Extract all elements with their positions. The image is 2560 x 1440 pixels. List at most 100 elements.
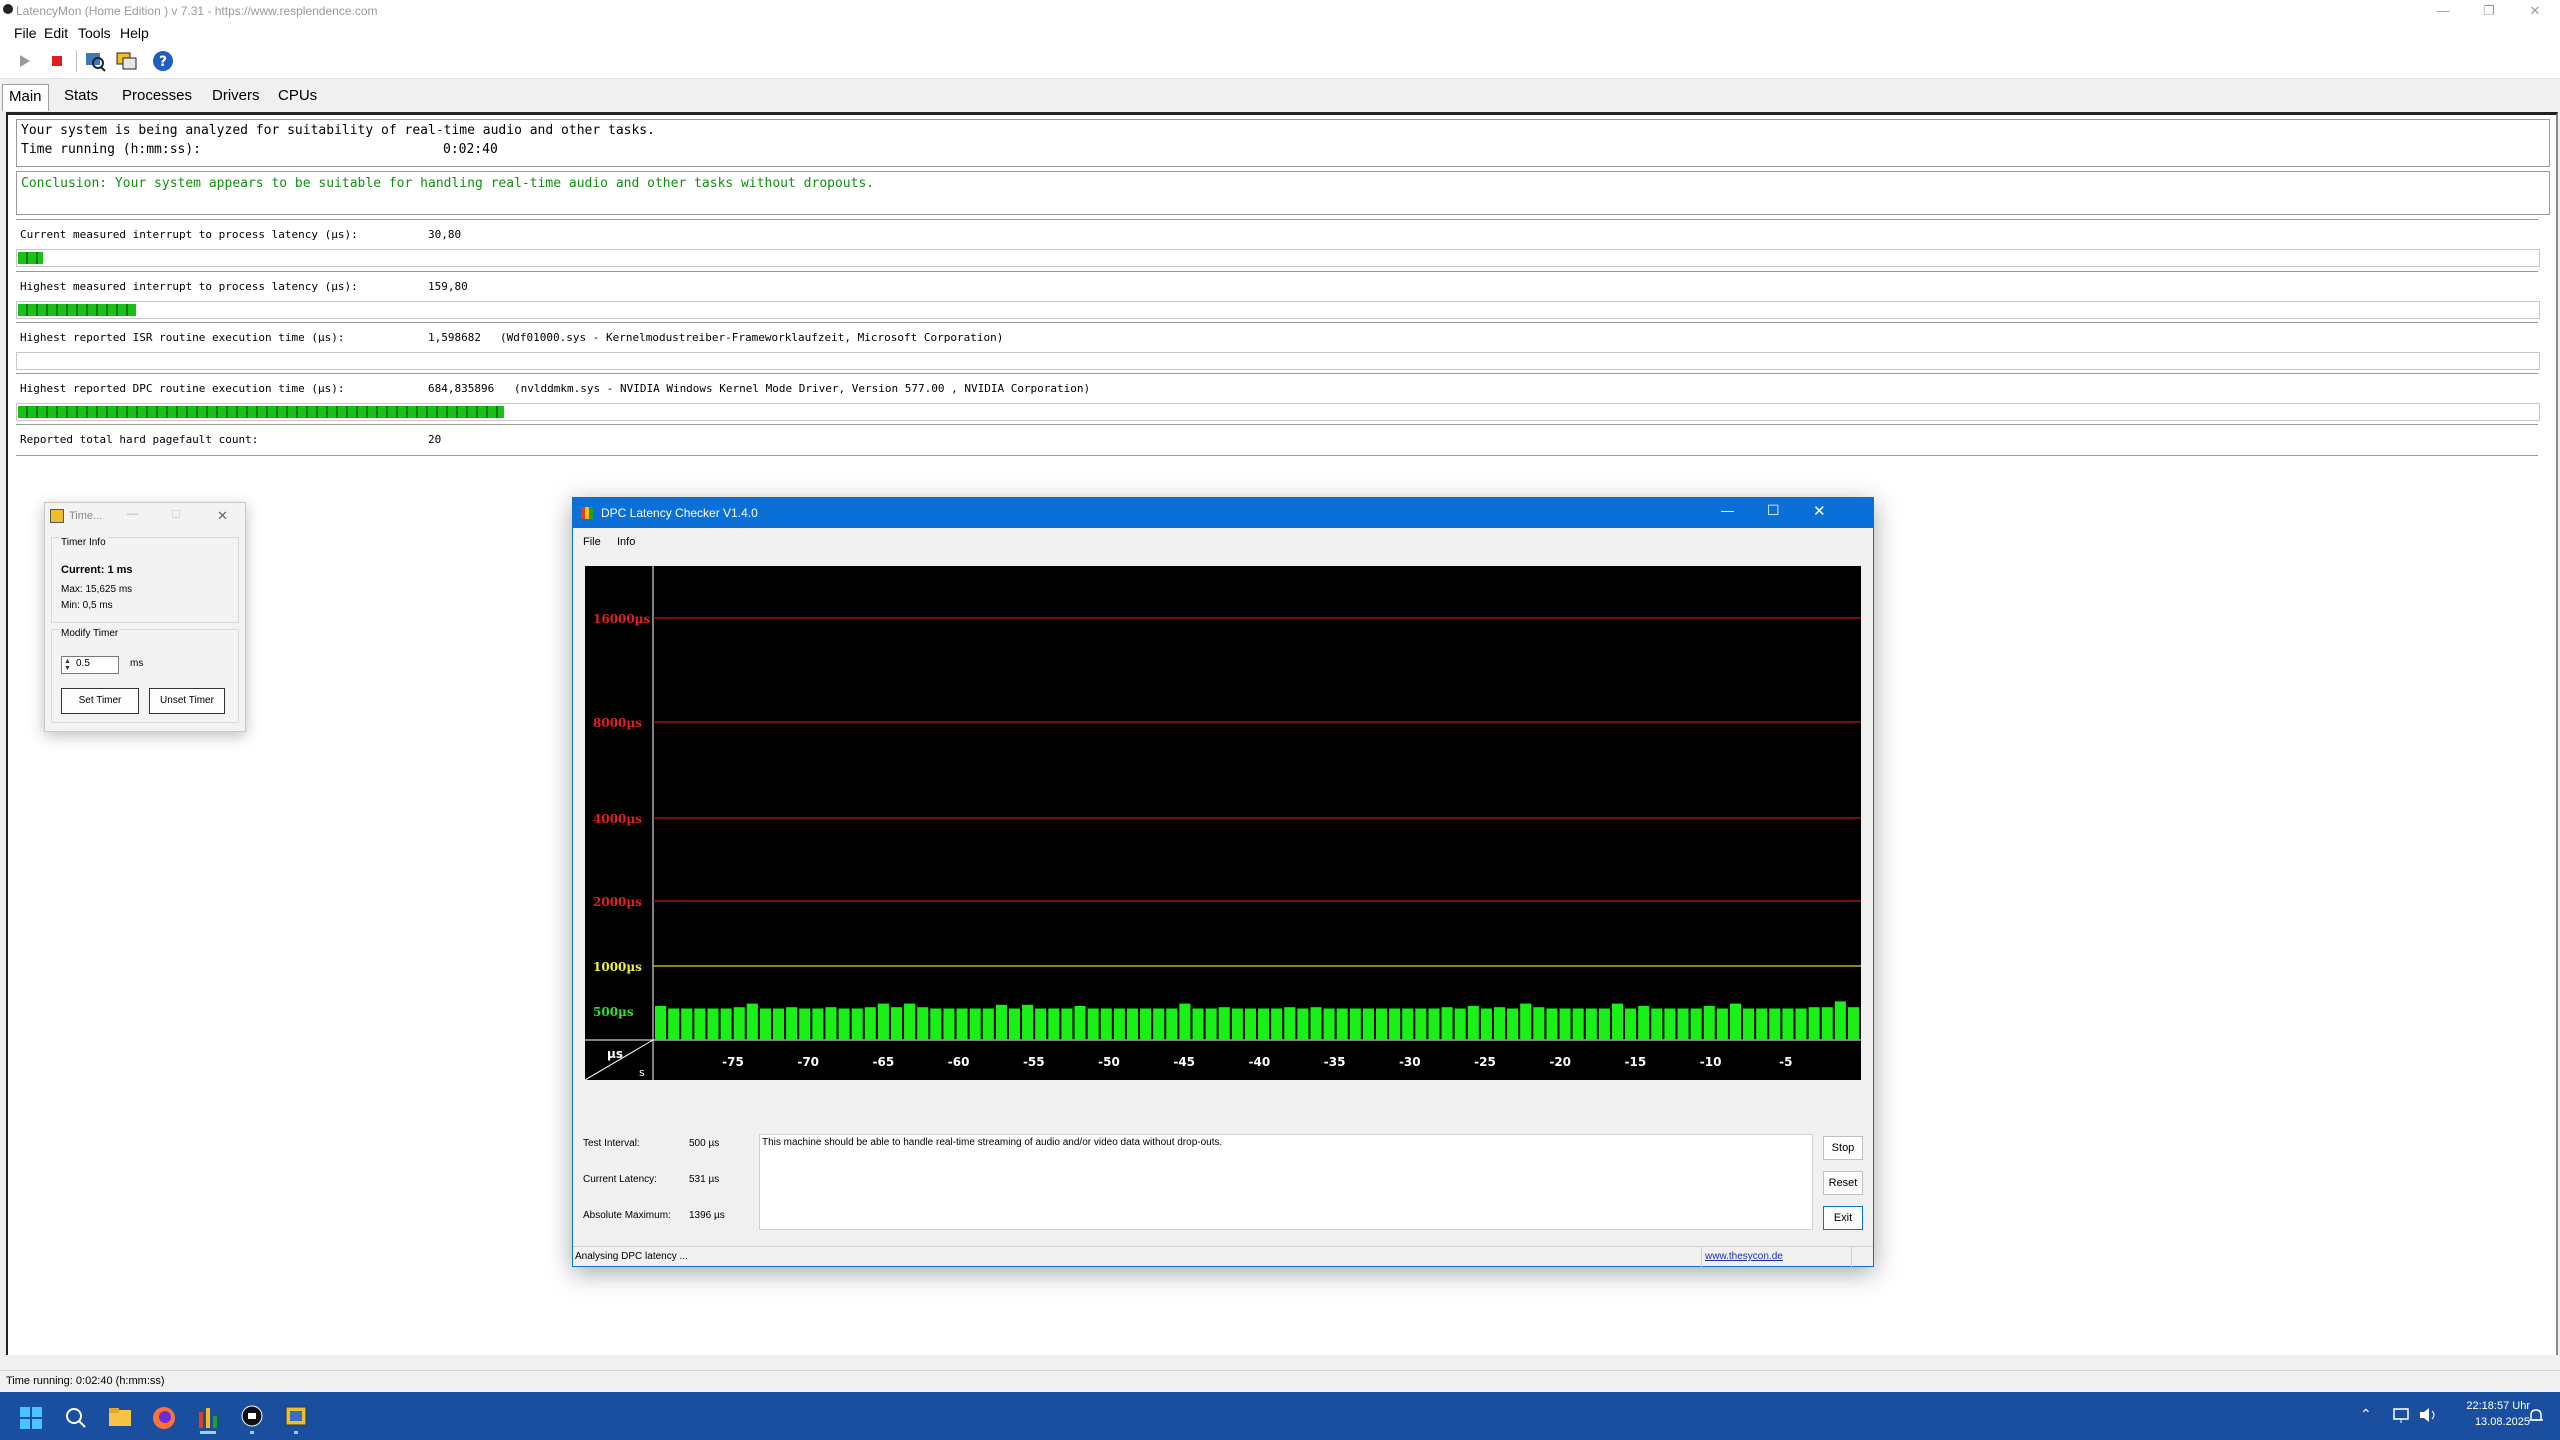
latency-bar xyxy=(877,1003,889,1040)
y-tick-label: 2000µs xyxy=(593,895,642,909)
help-icon[interactable]: ? xyxy=(150,49,176,73)
latency-bar xyxy=(1166,1008,1178,1040)
dpc-status-text: Analysing DPC latency ... xyxy=(575,1251,688,1262)
latency-bar xyxy=(1651,1008,1663,1040)
latency-bar xyxy=(1061,1008,1073,1040)
dpc-bar xyxy=(16,403,2540,421)
search-icon[interactable] xyxy=(64,1406,88,1430)
latency-bar xyxy=(1821,1007,1833,1040)
timer-min: Min: 0,5 ms xyxy=(61,600,113,611)
latency-bar xyxy=(1690,1008,1702,1040)
tab-strip: Main Stats Processes Drivers CPUs xyxy=(0,78,2560,112)
latency-bar xyxy=(890,1007,903,1040)
x-axis-unit-us: µs xyxy=(607,1047,623,1061)
timer-maximize-icon[interactable]: ☐ xyxy=(171,508,181,521)
windows-icon[interactable] xyxy=(114,49,140,73)
time-running-value: 0:02:40 xyxy=(443,142,498,157)
dpc-latency-chart-svg: 16000µs 8000µs 4000µs 2000µs 1000µs 500µs µs s -… xyxy=(584,566,1861,1081)
notification-bell-icon[interactable] xyxy=(2526,1406,2546,1426)
dpc-menu-info[interactable]: Info xyxy=(617,536,635,548)
latency-bar xyxy=(1074,1006,1086,1040)
latency-bar xyxy=(681,1008,693,1040)
y-tick-label: 4000µs xyxy=(593,812,642,826)
chevron-up-icon[interactable]: ⌃ xyxy=(2360,1406,2372,1423)
dpc-message-text: This machine should be able to handle re… xyxy=(762,1137,1223,1148)
clock-time[interactable]: 22:18:57 Uhr xyxy=(2448,1400,2530,1412)
latency-bar xyxy=(1598,1008,1610,1040)
y-tick-label: 8000µs xyxy=(593,716,642,730)
exit-button[interactable]: Exit xyxy=(1823,1206,1863,1230)
latency-bar xyxy=(1480,1008,1492,1040)
test-interval-value: 500 µs xyxy=(689,1138,720,1149)
set-timer-button[interactable]: Set Timer xyxy=(61,688,139,714)
timer-close-icon[interactable]: ✕ xyxy=(217,508,228,524)
file-explorer-icon[interactable] xyxy=(108,1406,132,1428)
latency-bar xyxy=(694,1008,706,1040)
latency-bar xyxy=(1638,1006,1650,1040)
dpc-menu-file[interactable]: File xyxy=(583,536,601,548)
latency-bar xyxy=(904,1003,916,1040)
latency-bar xyxy=(746,1003,758,1040)
menu-file[interactable]: File xyxy=(14,25,37,41)
analyze-icon[interactable] xyxy=(82,49,108,73)
latency-bar xyxy=(1533,1007,1545,1040)
x-tick-label: -5 xyxy=(1779,1055,1792,1069)
latency-bar xyxy=(1664,1008,1676,1040)
unset-timer-button[interactable]: Unset Timer xyxy=(149,688,225,714)
x-tick-label: -70 xyxy=(797,1055,819,1069)
latency-bar xyxy=(1205,1008,1217,1040)
tab-processes[interactable]: Processes xyxy=(116,84,198,110)
separator xyxy=(16,424,2538,425)
taskbar: ⌃ 22:18:57 Uhr 13.08.2025 xyxy=(0,1392,2560,1440)
clock-date[interactable]: 13.08.2025 xyxy=(2448,1416,2530,1428)
dpc-close-icon[interactable]: ✕ xyxy=(1813,502,1826,520)
dpc-minimize-icon[interactable]: — xyxy=(1721,503,1734,518)
latencymon-taskbar-icon[interactable] xyxy=(240,1404,264,1434)
tab-drivers[interactable]: Drivers xyxy=(206,84,266,110)
menu-edit[interactable]: Edit xyxy=(44,25,68,41)
current-latency-bar xyxy=(16,249,2540,267)
start-icon[interactable] xyxy=(20,1407,42,1429)
dpc-checker-taskbar-icon[interactable] xyxy=(196,1404,220,1434)
row-isr-label: Highest reported ISR routine execution t… xyxy=(20,331,345,344)
dpc-title-bar: DPC Latency Checker V1.4.0 — ☐ ✕ xyxy=(573,498,1873,528)
y-tick-label: 500µs xyxy=(593,1005,634,1019)
menu-help[interactable]: Help xyxy=(120,25,149,41)
tab-main[interactable]: Main xyxy=(2,84,49,111)
reset-button[interactable]: Reset xyxy=(1823,1171,1863,1195)
latency-bar xyxy=(786,1007,798,1040)
stop-button[interactable]: Stop xyxy=(1823,1136,1863,1160)
tab-stats[interactable]: Stats xyxy=(58,84,104,110)
status-text: Time running: 0:02:40 (h:mm:ss) xyxy=(6,1375,165,1387)
analyzing-text: Your system is being analyzed for suitab… xyxy=(21,123,655,138)
timer-max: Max: 15,625 ms xyxy=(61,584,133,595)
timer-current: Current: 1 ms xyxy=(61,564,133,576)
timer-taskbar-icon[interactable] xyxy=(284,1404,308,1434)
timer-minimize-icon[interactable]: — xyxy=(127,508,138,520)
latency-bar xyxy=(1310,1007,1322,1040)
latency-bar xyxy=(1572,1008,1584,1040)
row-highest-latency-value: 159,80 xyxy=(428,280,468,293)
row-highest-latency-label: Highest measured interrupt to process la… xyxy=(20,280,358,293)
play-icon[interactable] xyxy=(12,49,38,73)
restore-icon[interactable]: ❐ xyxy=(2466,0,2512,22)
stop-icon[interactable] xyxy=(44,49,70,73)
latency-bar xyxy=(1716,1008,1728,1040)
close-icon[interactable]: ✕ xyxy=(2512,0,2558,22)
latency-bar xyxy=(1546,1008,1558,1040)
x-tick-label: -15 xyxy=(1625,1055,1647,1069)
speaker-icon[interactable] xyxy=(2418,1406,2438,1424)
minimize-icon[interactable]: — xyxy=(2420,0,2466,22)
thesycon-link[interactable]: www.thesycon.de xyxy=(1705,1251,1783,1262)
latency-bar xyxy=(1808,1007,1820,1040)
timer-value-input[interactable]: 0.5 xyxy=(76,658,90,669)
tab-cpus[interactable]: CPUs xyxy=(272,84,323,110)
stepper-arrows-icon[interactable]: ▲ ▼ xyxy=(64,658,71,672)
timer-value-stepper[interactable]: ▲ ▼ 0.5 xyxy=(61,656,119,674)
latency-bar xyxy=(1467,1006,1479,1040)
network-icon[interactable] xyxy=(2392,1406,2412,1424)
firefox-icon[interactable] xyxy=(152,1406,176,1430)
latency-bar xyxy=(1520,1003,1532,1040)
menu-tools[interactable]: Tools xyxy=(78,25,111,41)
dpc-maximize-icon[interactable]: ☐ xyxy=(1767,502,1780,519)
